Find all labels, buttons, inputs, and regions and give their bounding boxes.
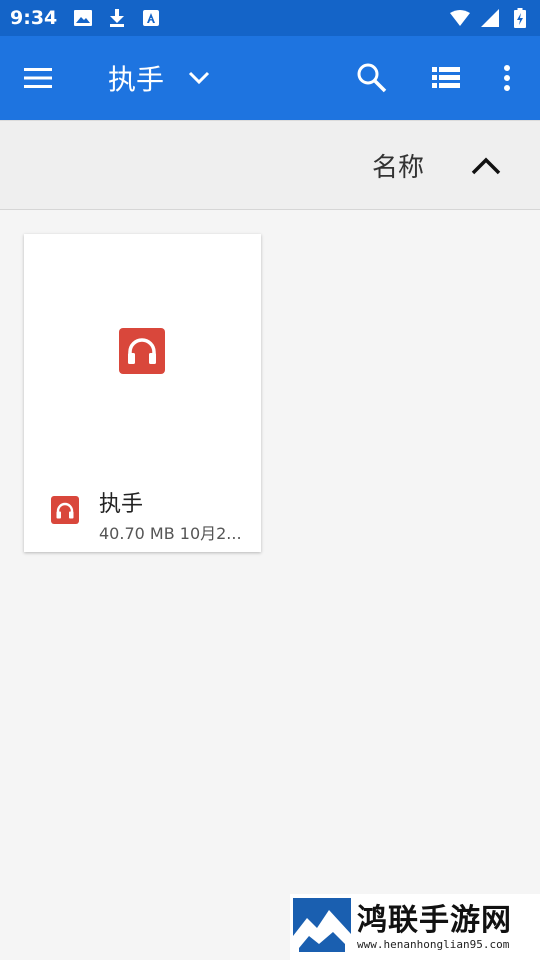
- menu-icon[interactable]: [22, 62, 62, 94]
- font-icon: [141, 8, 161, 28]
- chevron-down-icon[interactable]: [184, 63, 214, 93]
- watermark-url: www.henanhonglian95.com: [357, 937, 510, 951]
- chevron-up-icon[interactable]: [466, 147, 506, 183]
- app-toolbar: 执手: [0, 36, 540, 120]
- file-meta: 40.70 MB 10月2...: [99, 524, 242, 543]
- root-selector[interactable]: 执手: [108, 58, 214, 98]
- status-bar: 9:34: [0, 0, 540, 36]
- more-vert-icon[interactable]: [494, 60, 520, 96]
- wifi-icon: [450, 8, 470, 28]
- list-view-icon[interactable]: [428, 60, 464, 96]
- image-icon: [73, 8, 93, 28]
- watermark-title: 鸿联手游网: [357, 902, 512, 938]
- battery-icon: [510, 8, 530, 28]
- system-icons: [450, 8, 530, 28]
- toolbar-title: 执手: [108, 63, 165, 96]
- watermark: 鸿联手游网 www.henanhonglian95.com: [290, 894, 540, 960]
- file-card[interactable]: 执手 40.70 MB 10月2...: [24, 234, 261, 552]
- signal-icon: [480, 8, 500, 28]
- file-name: 执手: [99, 492, 144, 517]
- status-time: 9:34: [10, 7, 58, 29]
- notification-icons: [73, 8, 161, 28]
- search-icon[interactable]: [354, 60, 390, 96]
- sort-header: 名称: [0, 120, 540, 210]
- headphones-icon: [119, 328, 165, 374]
- sort-by-name-label[interactable]: 名称: [372, 147, 424, 184]
- download-icon: [107, 8, 127, 28]
- headphones-icon: [51, 496, 79, 524]
- watermark-logo: [293, 898, 351, 956]
